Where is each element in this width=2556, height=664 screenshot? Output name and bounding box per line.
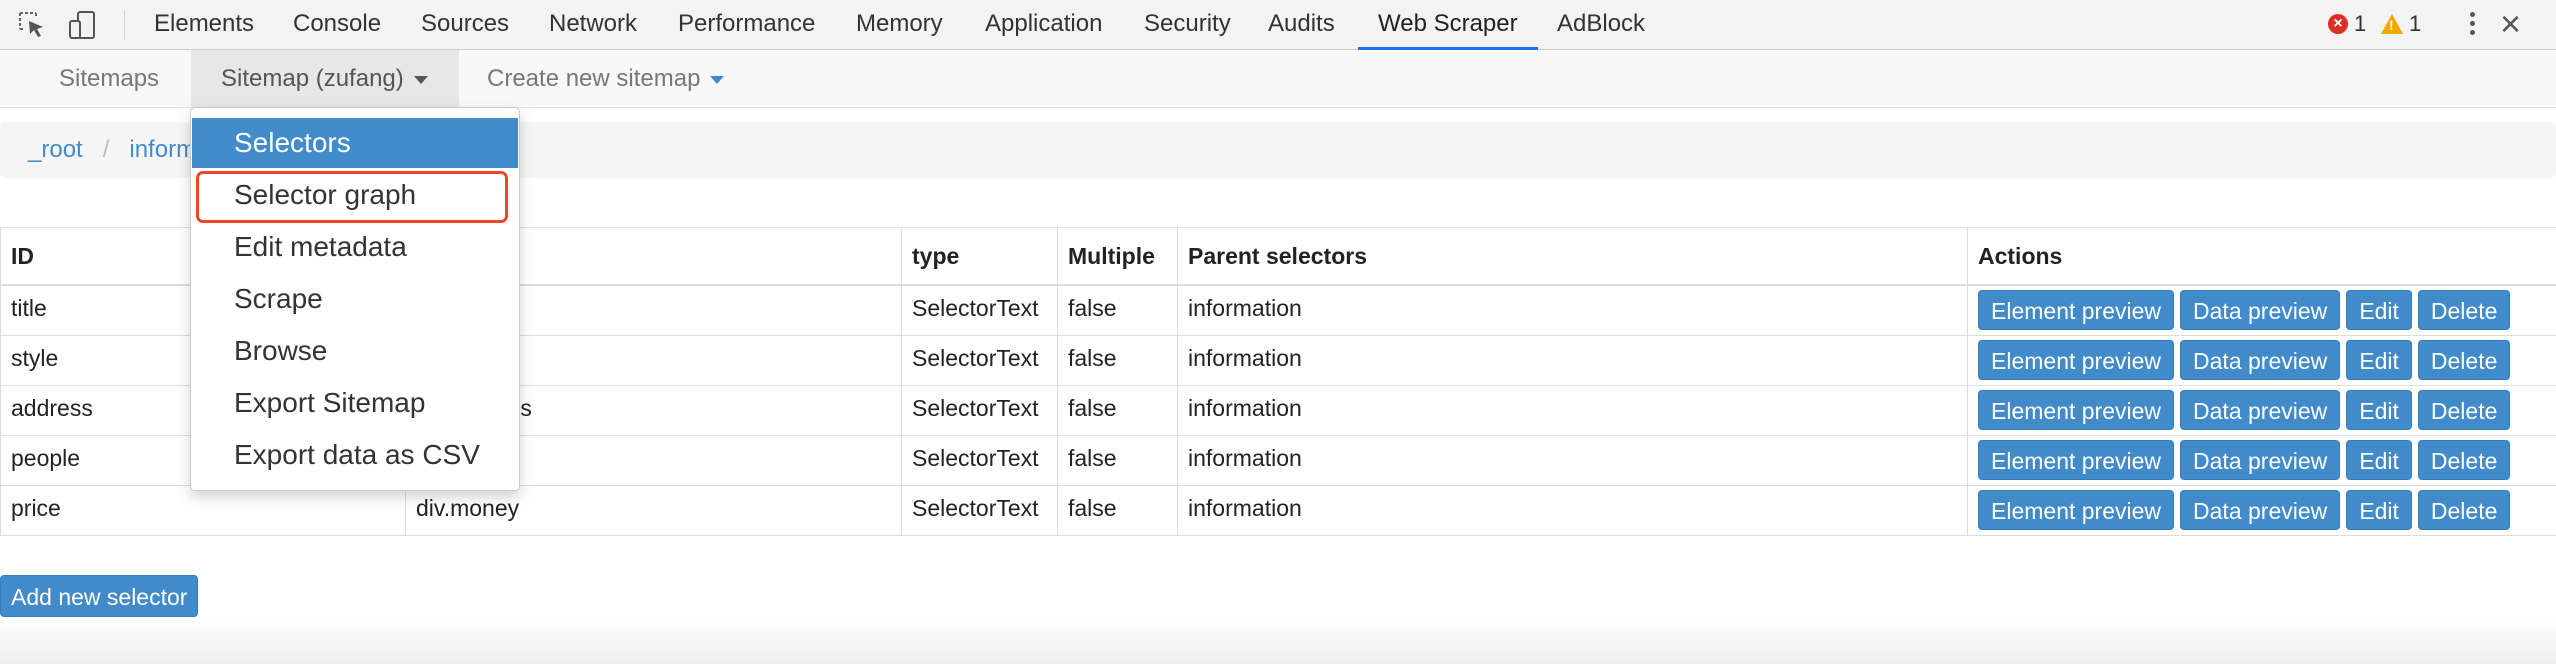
cell-selector: div.money xyxy=(405,484,902,536)
cell-multiple: false xyxy=(1057,484,1178,536)
inspect-cursor-icon[interactable] xyxy=(16,9,48,41)
menu-item-export-sitemap[interactable]: Export Sitemap xyxy=(192,378,518,428)
table-row[interactable]: price div.money SelectorText false infor… xyxy=(0,484,2556,536)
cell-actions: Element preview Data preview Edit Delete xyxy=(1967,384,2556,436)
cell-type: SelectorText xyxy=(901,284,1058,336)
edit-button[interactable]: Edit xyxy=(2346,290,2412,330)
edit-button[interactable]: Edit xyxy=(2346,489,2412,530)
cell-multiple: false xyxy=(1057,334,1178,386)
nav-sitemap-menu[interactable]: Sitemap (zufang) xyxy=(191,50,459,107)
tab-console[interactable]: Console xyxy=(293,0,381,50)
delete-button[interactable]: Delete xyxy=(2417,439,2511,480)
tab-performance[interactable]: Performance xyxy=(678,0,815,50)
cell-type: SelectorText xyxy=(901,484,1058,536)
nav-sitemaps[interactable]: Sitemaps xyxy=(59,50,159,107)
nav-create-sitemap-label: Create new sitemap xyxy=(487,65,701,92)
delete-button[interactable]: Delete xyxy=(2417,389,2511,430)
tab-memory[interactable]: Memory xyxy=(856,0,943,50)
toolbar-divider xyxy=(124,10,125,40)
tab-audits[interactable]: Audits xyxy=(1268,0,1335,50)
tab-application[interactable]: Application xyxy=(985,0,1102,50)
chevron-down-icon xyxy=(413,75,428,84)
menu-item-scrape[interactable]: Scrape xyxy=(192,274,518,324)
cell-parents: information xyxy=(1177,384,1968,436)
breadcrumb-separator: / xyxy=(102,136,110,163)
cell-actions: Element preview Data preview Edit Delete xyxy=(1967,434,2556,486)
devtools-toolbar: Elements Console Sources Network Perform… xyxy=(0,0,2556,50)
data-preview-button[interactable]: Data preview xyxy=(2180,489,2341,530)
data-preview-button[interactable]: Data preview xyxy=(2180,290,2341,330)
menu-item-selectors[interactable]: Selectors xyxy=(192,118,518,168)
menu-item-browse[interactable]: Browse xyxy=(192,326,518,376)
menu-item-export-csv[interactable]: Export data as CSV xyxy=(192,430,518,480)
delete-button[interactable]: Delete xyxy=(2417,339,2511,380)
edit-button[interactable]: Edit xyxy=(2346,339,2412,380)
header-parent-selectors: Parent selectors xyxy=(1177,227,1968,286)
data-preview-button[interactable]: Data preview xyxy=(2180,389,2341,430)
cell-parents: information xyxy=(1177,284,1968,336)
sitemap-dropdown-menu: Selectors Selector graph Edit metadata S… xyxy=(190,107,520,491)
cell-type: SelectorText xyxy=(901,334,1058,386)
chevron-down-icon xyxy=(710,75,725,84)
tab-web-scraper[interactable]: Web Scraper xyxy=(1378,0,1518,50)
tab-adblock[interactable]: AdBlock xyxy=(1557,0,1645,50)
cell-actions: Element preview Data preview Edit Delete xyxy=(1967,334,2556,386)
more-options-icon[interactable] xyxy=(2460,8,2484,42)
error-counter[interactable]: × 1 xyxy=(2328,8,2366,40)
element-preview-button[interactable]: Element preview xyxy=(1978,389,2175,430)
nav-create-sitemap[interactable]: Create new sitemap xyxy=(487,50,725,107)
warning-count: 1 xyxy=(2409,11,2422,36)
cell-multiple: false xyxy=(1057,284,1178,336)
cell-type: SelectorText xyxy=(901,384,1058,436)
delete-button[interactable]: Delete xyxy=(2417,489,2511,530)
add-new-selector-button[interactable]: Add new selector xyxy=(0,575,199,617)
menu-item-selector-graph[interactable]: Selector graph xyxy=(192,170,518,220)
element-preview-button[interactable]: Element preview xyxy=(1978,439,2175,480)
cell-multiple: false xyxy=(1057,384,1178,436)
data-preview-button[interactable]: Data preview xyxy=(2180,339,2341,380)
element-preview-button[interactable]: Element preview xyxy=(1978,290,2175,330)
warning-counter[interactable]: ! 1 xyxy=(2381,8,2421,40)
nav-sitemap-menu-label: Sitemap (zufang) xyxy=(221,65,404,92)
scraper-navbar: Sitemaps Sitemap (zufang) Create new sit… xyxy=(0,50,2556,108)
breadcrumb-root[interactable]: _root xyxy=(28,136,83,163)
cell-multiple: false xyxy=(1057,434,1178,486)
delete-button[interactable]: Delete xyxy=(2417,290,2511,330)
tab-elements[interactable]: Elements xyxy=(154,0,254,50)
warning-icon: ! xyxy=(2381,14,2403,34)
header-actions: Actions xyxy=(1967,227,2556,286)
error-icon: × xyxy=(2328,14,2348,34)
header-multiple: Multiple xyxy=(1057,227,1178,286)
edit-button[interactable]: Edit xyxy=(2346,439,2412,480)
panel-bottom-fade xyxy=(0,620,2556,664)
cell-parents: information xyxy=(1177,434,1968,486)
cell-id: price xyxy=(0,484,406,536)
element-preview-button[interactable]: Element preview xyxy=(1978,339,2175,380)
element-preview-button[interactable]: Element preview xyxy=(1978,489,2175,530)
error-count: 1 xyxy=(2354,11,2367,36)
tab-security[interactable]: Security xyxy=(1144,0,1231,50)
cell-parents: information xyxy=(1177,484,1968,536)
cell-actions: Element preview Data preview Edit Delete xyxy=(1967,484,2556,536)
cell-actions: Element preview Data preview Edit Delete xyxy=(1967,284,2556,336)
header-type: type xyxy=(901,227,1058,286)
cell-type: SelectorText xyxy=(901,434,1058,486)
tab-sources[interactable]: Sources xyxy=(421,0,509,50)
data-preview-button[interactable]: Data preview xyxy=(2180,439,2341,480)
edit-button[interactable]: Edit xyxy=(2346,389,2412,430)
device-toggle-icon[interactable] xyxy=(66,9,98,41)
menu-item-edit-metadata[interactable]: Edit metadata xyxy=(192,222,518,272)
close-icon[interactable]: × xyxy=(2500,6,2521,42)
cell-parents: information xyxy=(1177,334,1968,386)
tab-network[interactable]: Network xyxy=(549,0,637,50)
